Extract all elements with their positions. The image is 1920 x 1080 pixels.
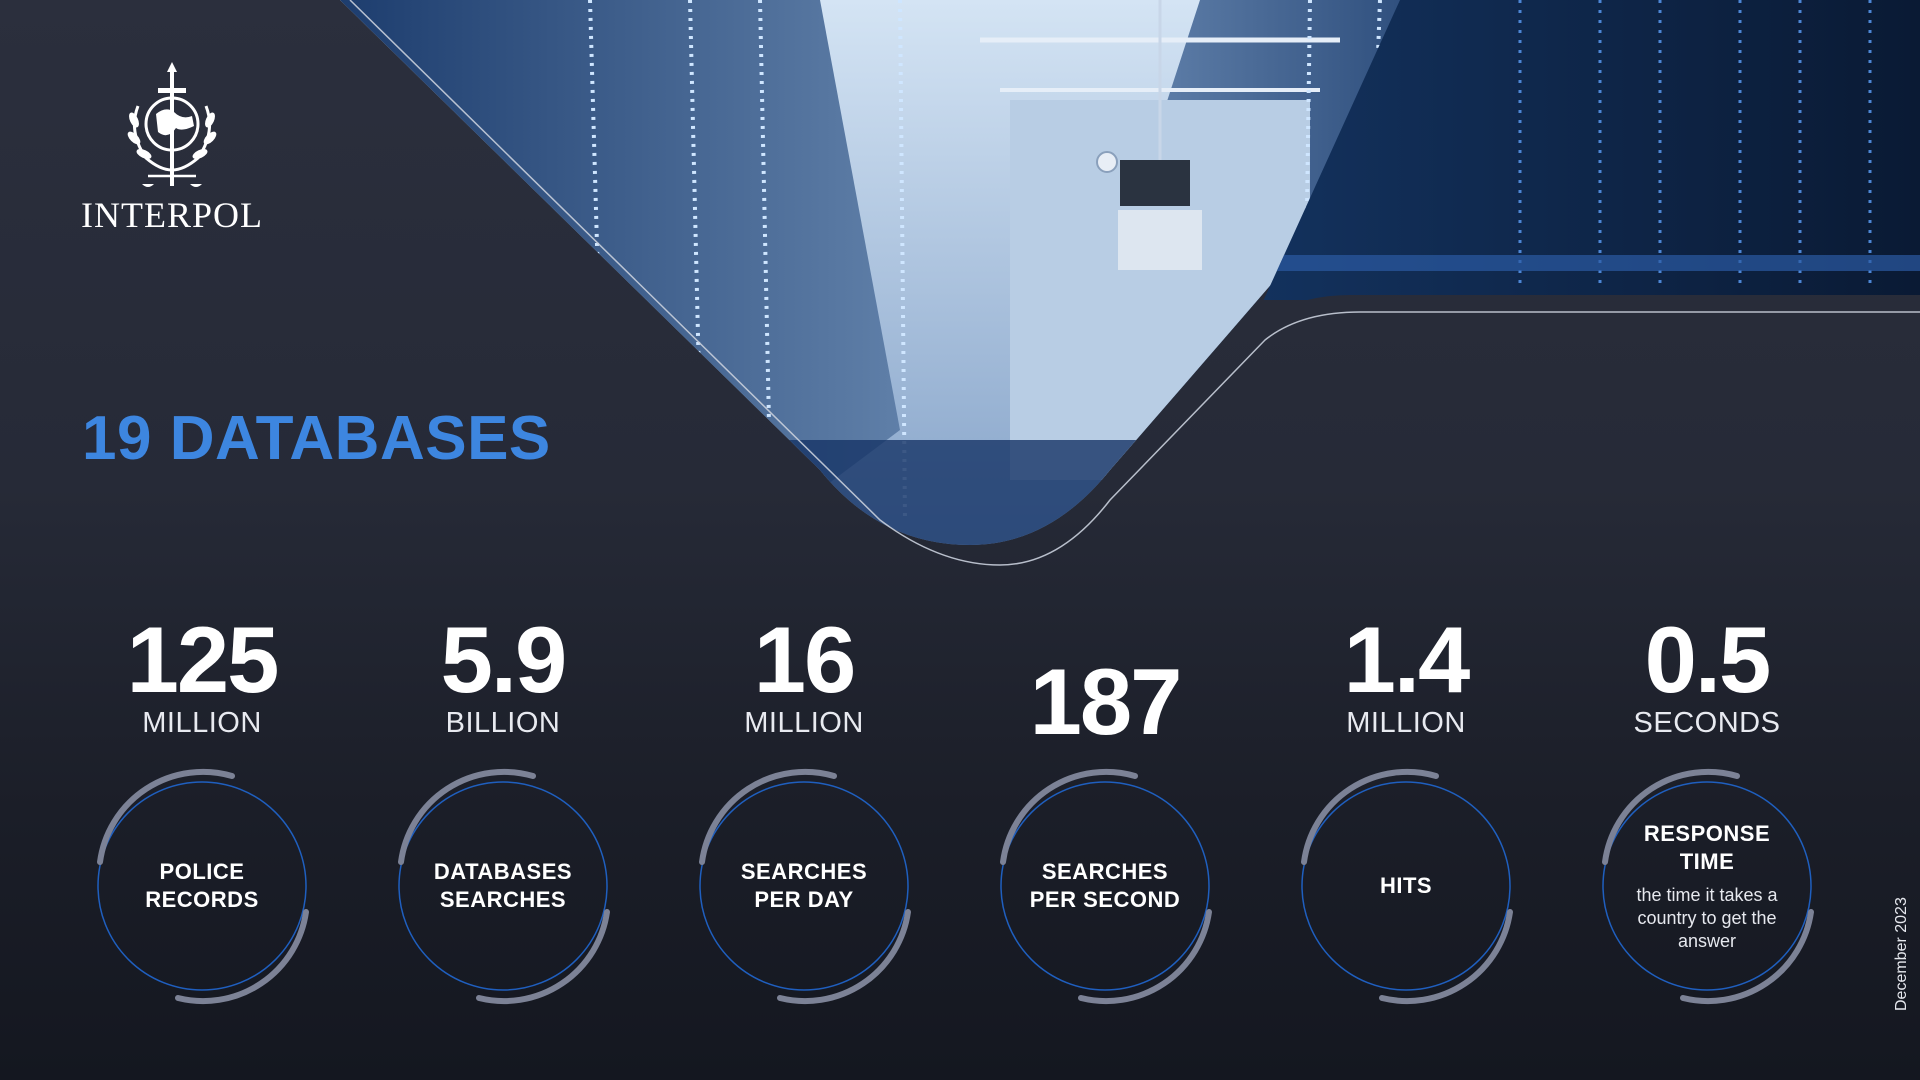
stat-unit: MILLION xyxy=(744,707,864,739)
stat-number: 187 xyxy=(1029,649,1183,754)
publication-date: December 2023 xyxy=(1893,897,1910,1011)
stat-number: 5.9 xyxy=(440,607,568,712)
badge-label: SEARCHES PER SECOND xyxy=(1029,859,1181,912)
stat-unit: MILLION xyxy=(142,707,262,739)
badge-hits: HITS xyxy=(1286,766,1526,1006)
stat-number: 0.5 xyxy=(1644,607,1772,712)
badge-label: SEARCHES PER DAY xyxy=(740,859,868,912)
brand-name: INTERPOL xyxy=(81,195,263,235)
badge-searches-per-day: SEARCHES PER DAY xyxy=(684,766,924,1006)
stat-unit: SECONDS xyxy=(1633,707,1781,739)
stat-searches-per-day: 16 MILLION xyxy=(654,610,954,740)
stat-number: 125 xyxy=(126,607,280,712)
badge-database-searches: DATABASES SEARCHES xyxy=(383,766,623,1006)
stat-police-records: 125 MILLION xyxy=(52,610,352,740)
stat-database-searches: 5.9 BILLION xyxy=(353,610,653,740)
stat-unit: BILLION xyxy=(445,707,561,739)
stat-hits: 1.4 MILLION xyxy=(1256,610,1556,740)
badge-label: HITS xyxy=(1379,873,1433,898)
stat-searches-per-second: 187 xyxy=(955,652,1255,752)
stat-unit: MILLION xyxy=(1346,707,1466,739)
badge-searches-per-second: SEARCHES PER SECOND xyxy=(985,766,1225,1006)
stat-number: 16 xyxy=(753,607,857,712)
page-title: 19 DATABASES xyxy=(82,404,551,473)
badge-response-time: RESPONSE TIME the time it takes a countr… xyxy=(1587,766,1827,1006)
server-room-image xyxy=(340,0,1920,566)
stat-number: 1.4 xyxy=(1343,607,1471,712)
badge-label: DATABASES SEARCHES xyxy=(433,859,573,912)
badge-police-records: POLICE RECORDS xyxy=(82,766,322,1006)
badge-label: POLICE RECORDS xyxy=(145,859,259,912)
interpol-emblem-icon xyxy=(127,62,217,187)
badge-description: the time it takes a country to get the a… xyxy=(1636,884,1778,951)
interpol-logo: INTERPOL xyxy=(80,62,264,236)
stat-response-time: 0.5 SECONDS xyxy=(1557,610,1857,740)
badge-label: RESPONSE TIME xyxy=(1643,820,1771,874)
